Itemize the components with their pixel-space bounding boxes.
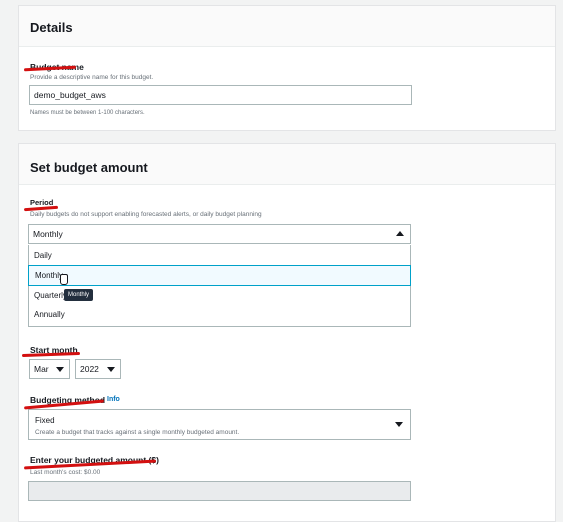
method-value: Fixed — [35, 416, 55, 425]
details-card-header: Details — [19, 6, 555, 47]
budget-amount-description: Last month's cost: $0.00 — [30, 469, 101, 476]
caret-down-icon — [107, 367, 115, 372]
budget-name-value: demo_budget_aws — [34, 90, 106, 100]
year-select[interactable]: 2022 — [75, 359, 121, 379]
caret-down-icon — [56, 367, 64, 372]
budget-amount-input[interactable] — [28, 481, 411, 501]
details-title: Details — [30, 20, 73, 35]
period-selected-value: Monthly — [33, 229, 63, 239]
budgeting-method-select[interactable]: Fixed Create a budget that tracks agains… — [28, 409, 411, 440]
budget-name-hint: Names must be between 1-100 characters. — [30, 110, 145, 116]
period-option-annually[interactable]: Annually — [28, 305, 411, 324]
budget-name-description: Provide a descriptive name for this budg… — [30, 74, 154, 81]
mouse-cursor-icon — [60, 274, 68, 285]
caret-up-icon — [396, 231, 404, 236]
period-select[interactable]: Monthly — [28, 224, 411, 244]
period-option-monthly[interactable]: Monthly — [28, 265, 411, 286]
month-value: Mar — [34, 364, 49, 374]
budget-amount-card-header: Set budget amount — [19, 144, 555, 185]
budget-amount-title: Set budget amount — [30, 160, 148, 175]
period-description: Daily budgets do not support enabling fo… — [30, 211, 262, 218]
tooltip: Monthly — [64, 289, 94, 301]
budget-name-input[interactable]: demo_budget_aws — [29, 85, 412, 105]
month-select[interactable]: Mar — [29, 359, 70, 379]
details-card: Details Budget name Provide a descriptiv… — [18, 5, 556, 131]
caret-down-icon — [395, 422, 403, 427]
year-value: 2022 — [80, 364, 99, 374]
info-link[interactable]: Info — [107, 396, 120, 403]
period-option-daily[interactable]: Daily — [28, 246, 411, 265]
method-description: Create a budget that tracks against a si… — [35, 429, 240, 436]
